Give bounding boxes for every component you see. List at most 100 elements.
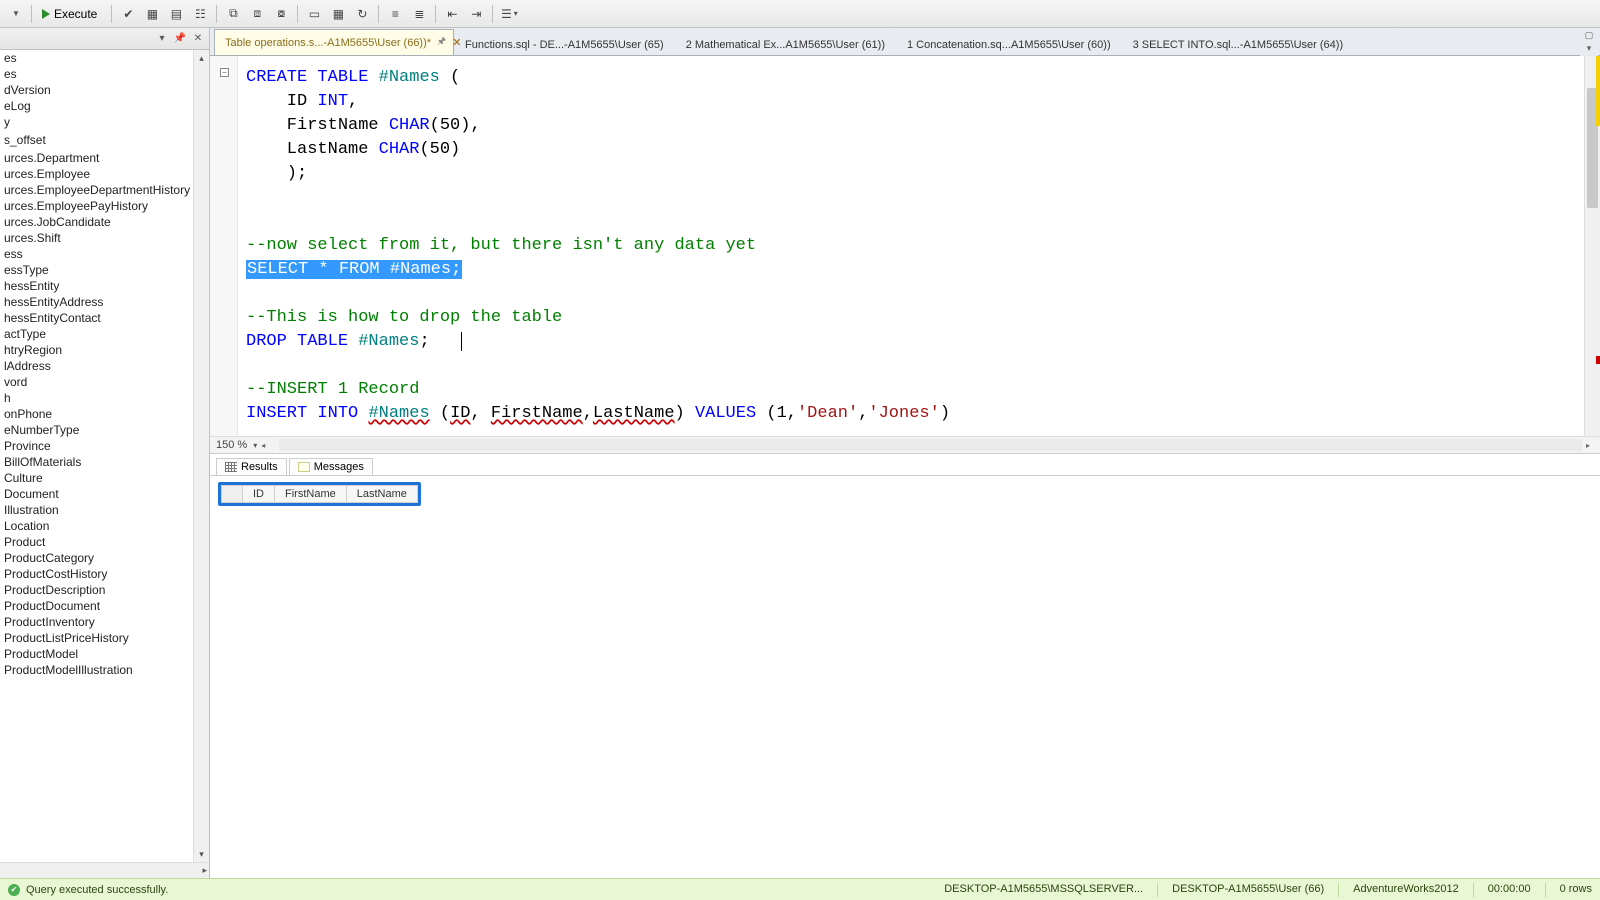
tab-results-label: Results bbox=[241, 461, 278, 473]
result-header-row: ID FirstName LastName bbox=[222, 486, 418, 503]
parse-icon[interactable]: ✔ bbox=[117, 3, 139, 25]
tree-item[interactable]: eNumberType bbox=[0, 422, 193, 438]
tree-item[interactable]: hessEntity bbox=[0, 278, 193, 294]
tree-item[interactable]: ProductModelIllustration bbox=[0, 662, 193, 678]
live-stats-icon[interactable]: ⧈ bbox=[246, 3, 268, 25]
main-area: ▾ 📌 ✕ esesdVersioneLogys_offseturces.Dep… bbox=[0, 28, 1600, 878]
tree-item[interactable]: hessEntityAddress bbox=[0, 294, 193, 310]
tree-item[interactable]: ProductCostHistory bbox=[0, 566, 193, 582]
tree-item[interactable]: urces.EmployeePayHistory bbox=[0, 198, 193, 214]
tree-item[interactable]: hessEntityContact bbox=[0, 310, 193, 326]
tab-messages[interactable]: Messages bbox=[289, 458, 373, 475]
sidebar-vscroll[interactable]: ▴ ▾ bbox=[193, 50, 209, 862]
tab-results[interactable]: Results bbox=[216, 458, 287, 475]
column-id[interactable]: ID bbox=[243, 486, 275, 503]
document-tab[interactable]: Table operations.s...-A1M5655\User (66))… bbox=[214, 29, 454, 55]
sidebar-hscroll[interactable]: ▸ bbox=[0, 862, 209, 878]
tree-item[interactable]: dVersion bbox=[0, 82, 193, 98]
tree-item[interactable]: urces.Employee bbox=[0, 166, 193, 182]
results-pane[interactable]: ID FirstName LastName bbox=[210, 476, 1600, 878]
tab-label: 2 Mathematical Ex...A1M5655\User (61)) bbox=[686, 39, 885, 51]
tree-item[interactable]: Illustration bbox=[0, 502, 193, 518]
tree-item[interactable]: s_offset bbox=[0, 132, 193, 148]
sidebar-tree[interactable]: esesdVersioneLogys_offseturces.Departmen… bbox=[0, 50, 193, 862]
tree-item[interactable]: vord bbox=[0, 374, 193, 390]
tree-item[interactable]: ProductModel bbox=[0, 646, 193, 662]
tab-messages-label: Messages bbox=[314, 461, 364, 473]
tree-item[interactable]: ess bbox=[0, 246, 193, 262]
tree-item[interactable]: Document bbox=[0, 486, 193, 502]
tree-item[interactable]: Culture bbox=[0, 470, 193, 486]
split-icon[interactable]: ▢ bbox=[1585, 30, 1594, 41]
tree-item[interactable]: BillOfMaterials bbox=[0, 454, 193, 470]
zoom-selector[interactable]: 150 % ▾ bbox=[216, 439, 257, 451]
tree-item[interactable]: ProductInventory bbox=[0, 614, 193, 630]
pin-icon[interactable]: 📌 bbox=[173, 32, 187, 46]
query-options-icon[interactable]: ▤ bbox=[165, 3, 187, 25]
tree-item[interactable]: urces.Department bbox=[0, 150, 193, 166]
tree-item[interactable]: ProductDescription bbox=[0, 582, 193, 598]
tree-item[interactable]: es bbox=[0, 66, 193, 82]
close-icon[interactable]: ✕ bbox=[191, 32, 205, 46]
code-editor[interactable]: − CREATE TABLE #Names ( ID INT, FirstNam… bbox=[210, 56, 1600, 436]
success-icon: ✔ bbox=[8, 884, 20, 896]
pin-icon[interactable]: 🖈 bbox=[437, 34, 446, 51]
tree-item[interactable]: lAddress bbox=[0, 358, 193, 374]
tree-item[interactable]: onPhone bbox=[0, 406, 193, 422]
tabs-menu-icon[interactable]: ▾ bbox=[1587, 43, 1592, 54]
fold-icon[interactable]: − bbox=[220, 68, 229, 77]
client-stats-icon[interactable]: ⧇ bbox=[270, 3, 292, 25]
code-text[interactable]: CREATE TABLE #Names ( ID INT, FirstName … bbox=[238, 56, 1584, 436]
sidebar-dropdown-icon[interactable]: ▾ bbox=[155, 32, 169, 46]
scroll-right-icon[interactable]: ▸ bbox=[202, 865, 207, 876]
tree-item[interactable]: ProductDocument bbox=[0, 598, 193, 614]
document-tab[interactable]: 1 Concatenation.sq...A1M5655\User (60)) bbox=[896, 34, 1122, 55]
tree-item[interactable]: urces.JobCandidate bbox=[0, 214, 193, 230]
results-tabs: Results Messages bbox=[210, 454, 1600, 476]
column-firstname[interactable]: FirstName bbox=[275, 486, 347, 503]
tree-item[interactable]: es bbox=[0, 50, 193, 66]
specify-values-icon[interactable]: ☰▾ bbox=[498, 3, 520, 25]
tree-item[interactable]: actType bbox=[0, 326, 193, 342]
uncomment-icon[interactable]: ≣ bbox=[408, 3, 430, 25]
results-text-icon[interactable]: ▭ bbox=[303, 3, 325, 25]
column-lastname[interactable]: LastName bbox=[346, 486, 417, 503]
code-gutter[interactable]: − bbox=[210, 56, 238, 436]
tree-item[interactable]: urces.Shift bbox=[0, 230, 193, 246]
actual-plan-icon[interactable]: ⧉ bbox=[222, 3, 244, 25]
hscroll-left-icon[interactable]: ◂ bbox=[257, 439, 269, 451]
editor-area: Table operations.s...-A1M5655\User (66))… bbox=[210, 28, 1600, 878]
hscroll-right-icon[interactable]: ▸ bbox=[1582, 439, 1594, 451]
comment-icon[interactable]: ≡ bbox=[384, 3, 406, 25]
tab-label: 1 Concatenation.sq...A1M5655\User (60)) bbox=[907, 39, 1111, 51]
estimated-plan-icon[interactable]: ▦ bbox=[141, 3, 163, 25]
tree-item[interactable]: Province bbox=[0, 438, 193, 454]
result-grid[interactable]: ID FirstName LastName bbox=[218, 482, 421, 506]
results-grid-icon[interactable]: ▦ bbox=[327, 3, 349, 25]
execute-button[interactable]: Execute bbox=[37, 3, 106, 25]
tree-item[interactable]: h bbox=[0, 390, 193, 406]
tree-item[interactable]: htryRegion bbox=[0, 342, 193, 358]
results-file-icon[interactable]: ↻ bbox=[351, 3, 373, 25]
tree-item[interactable]: Location bbox=[0, 518, 193, 534]
document-tab[interactable]: Functions.sql - DE...-A1M5655\User (65) bbox=[454, 34, 675, 55]
tab-label: Table operations.s...-A1M5655\User (66))… bbox=[225, 37, 431, 49]
scroll-down-icon[interactable]: ▾ bbox=[194, 846, 209, 862]
tree-item[interactable]: Product bbox=[0, 534, 193, 550]
document-tab[interactable]: 3 SELECT INTO.sql...-A1M5655\User (64)) bbox=[1122, 34, 1355, 55]
increase-indent-icon[interactable]: ⇥ bbox=[465, 3, 487, 25]
tree-item[interactable]: y bbox=[0, 114, 193, 130]
code-hscroll[interactable] bbox=[279, 439, 1582, 451]
decrease-indent-icon[interactable]: ⇤ bbox=[441, 3, 463, 25]
tree-item[interactable]: urces.EmployeeDepartmentHistory bbox=[0, 182, 193, 198]
toolbar-dropdown[interactable]: ▼ bbox=[4, 3, 26, 25]
tree-item[interactable]: ProductListPriceHistory bbox=[0, 630, 193, 646]
tree-item[interactable]: essType bbox=[0, 262, 193, 278]
document-tab[interactable]: 2 Mathematical Ex...A1M5655\User (61)) bbox=[675, 34, 896, 55]
tree-item[interactable]: ProductCategory bbox=[0, 550, 193, 566]
row-header-blank[interactable] bbox=[222, 486, 243, 503]
scroll-up-icon[interactable]: ▴ bbox=[194, 50, 209, 66]
tool-icon-1[interactable]: ☷ bbox=[189, 3, 211, 25]
tree-item[interactable]: eLog bbox=[0, 98, 193, 114]
tab-label: 3 SELECT INTO.sql...-A1M5655\User (64)) bbox=[1133, 39, 1344, 51]
